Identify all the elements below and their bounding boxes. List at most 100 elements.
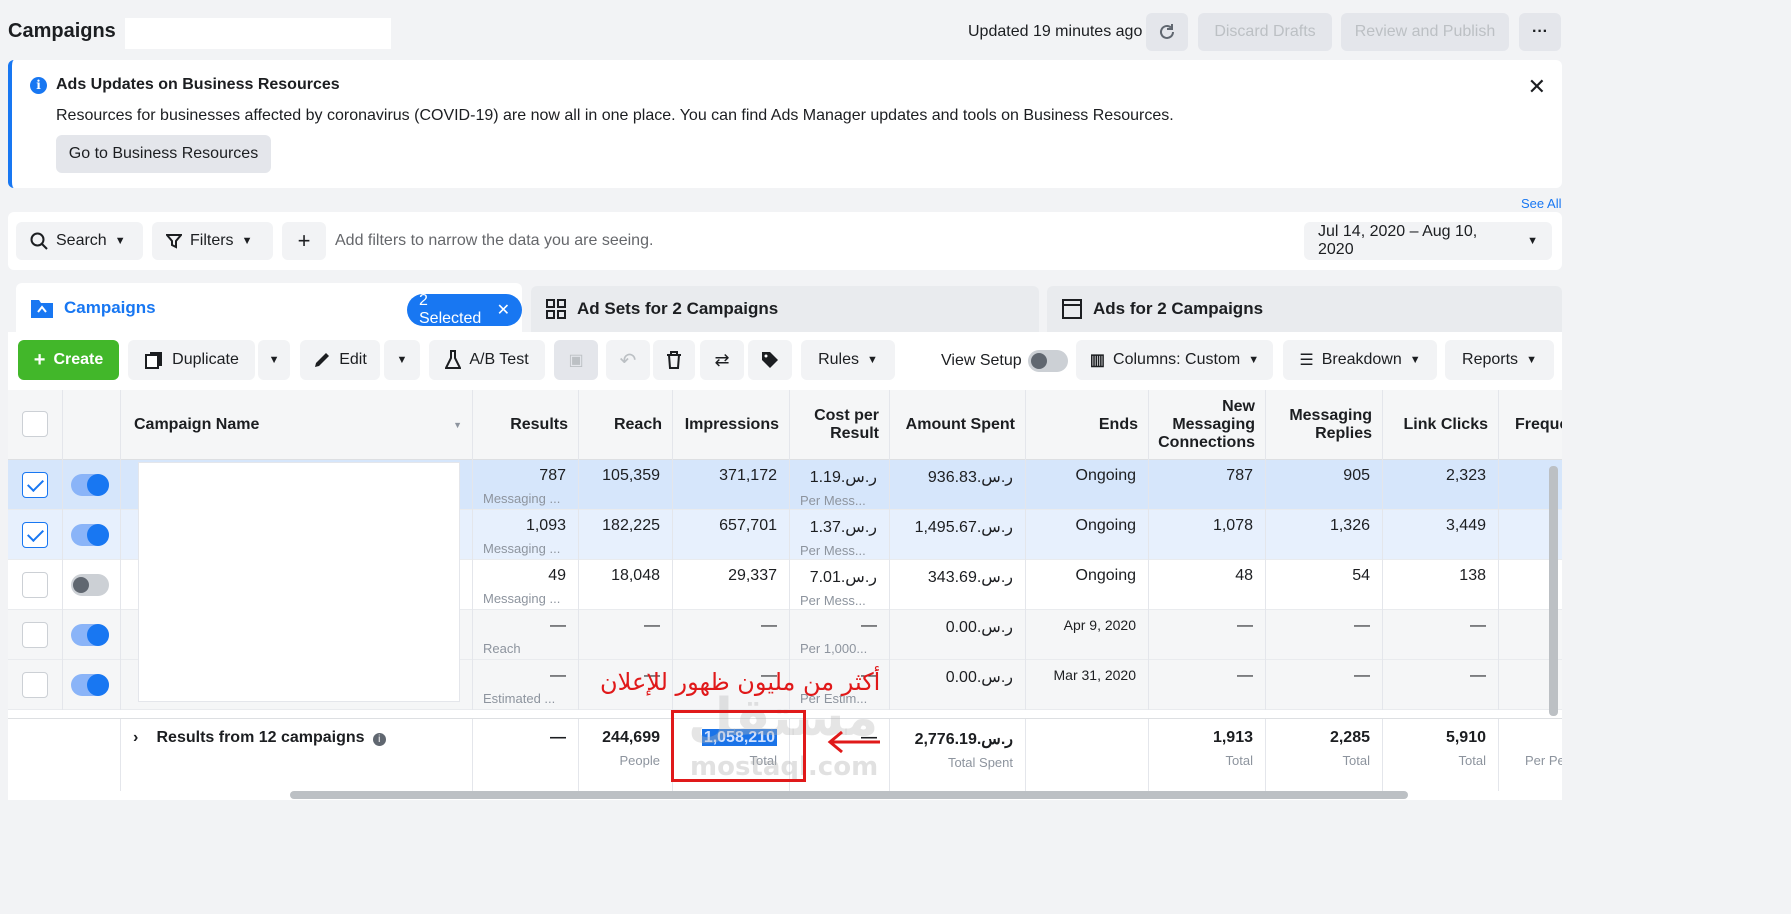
close-icon[interactable]: ✕ — [497, 300, 510, 320]
row-toggle-cell — [63, 660, 121, 710]
create-button[interactable]: + Create — [18, 340, 119, 380]
updated-status: Updated 19 minutes ago — [968, 23, 1143, 40]
ab-test-button[interactable]: A/B Test — [429, 340, 545, 380]
selected-count-label: 2 Selected — [419, 292, 482, 327]
select-all-checkbox[interactable] — [22, 411, 48, 437]
delete-button[interactable] — [653, 340, 695, 380]
flask-icon — [445, 350, 462, 369]
column-impressions[interactable]: Impressions — [673, 390, 790, 460]
undo-button[interactable]: ↶ — [606, 340, 650, 380]
filters-button[interactable]: Filters ▼ — [152, 222, 273, 260]
cell-ends: Ongoing — [1026, 510, 1149, 560]
refresh-button[interactable] — [1146, 13, 1188, 51]
column-results[interactable]: Results — [473, 390, 579, 460]
cell-subtext: Per 1,000... — [800, 641, 868, 656]
info-icon: i — [372, 733, 386, 746]
selected-count-pill[interactable]: 2 Selected ✕ — [407, 292, 522, 327]
row-checkbox[interactable] — [22, 622, 48, 648]
cell-value: 1,078 — [1212, 517, 1253, 534]
edit-dropdown[interactable]: ▼ — [384, 340, 420, 380]
column-messaging-replies[interactable]: Messaging Replies — [1266, 390, 1383, 460]
row-checkbox[interactable] — [22, 522, 48, 548]
filter-hint[interactable]: Add filters to narrow the data you are s… — [335, 232, 653, 250]
export-button[interactable]: ⇄ — [700, 340, 744, 380]
vertical-scrollbar[interactable] — [1549, 466, 1558, 716]
cell-value: 1,495.67.ر.س — [914, 519, 1013, 536]
column-amount-spent[interactable]: Amount Spent — [890, 390, 1026, 460]
totals-connections-value: 1,913 — [1212, 729, 1253, 746]
campaign-title-redacted — [125, 18, 391, 49]
close-icon[interactable]: ✕ — [1528, 74, 1546, 100]
tab-ad-sets[interactable]: Ad Sets for 2 Campaigns — [531, 286, 1039, 332]
campaign-status-toggle[interactable] — [71, 574, 109, 596]
cell-impressions: 657,701 — [673, 510, 790, 560]
rules-button[interactable]: Rules ▼ — [801, 340, 895, 380]
cell-reach: 182,225 — [579, 510, 673, 560]
date-range-picker[interactable]: Jul 14, 2020 – Aug 10, 2020 ▼ — [1304, 222, 1552, 260]
campaign-status-toggle[interactable] — [71, 624, 109, 646]
reports-label: Reports — [1462, 351, 1519, 368]
select-all-cell — [8, 390, 63, 460]
search-button[interactable]: Search ▼ — [16, 222, 143, 260]
cell-value: 0.00.ر.س — [945, 669, 1013, 686]
view-setup-toggle[interactable] — [1028, 350, 1068, 372]
discard-drafts-button[interactable]: Discard Drafts — [1198, 13, 1332, 51]
reports-button[interactable]: Reports ▼ — [1445, 340, 1554, 380]
chevron-right-icon[interactable]: › — [133, 719, 138, 747]
row-checkbox[interactable] — [22, 572, 48, 598]
row-select-cell — [8, 510, 63, 560]
cell-clicks: — — [1383, 610, 1499, 660]
chevron-down-icon: ▼ — [114, 235, 126, 247]
column-reach[interactable]: Reach — [579, 390, 673, 460]
more-options-button[interactable]: ··· — [1519, 13, 1561, 51]
level-tabs: Campaigns 2 Selected ✕ Ad Sets for 2 Cam… — [8, 280, 1562, 332]
cell-cost: 1.19.ر.س Per Mess... — [790, 460, 890, 510]
review-publish-button[interactable]: Review and Publish — [1341, 13, 1509, 51]
totals-label: Results from 12 campaigns — [156, 729, 365, 746]
edit-button[interactable]: Edit — [300, 340, 380, 380]
cell-reach: 105,359 — [579, 460, 673, 510]
cell-value: 7.01.ر.س — [809, 569, 877, 586]
duplicate-dropdown[interactable]: ▼ — [258, 340, 290, 380]
column-cost-per-result[interactable]: Cost per Result — [790, 390, 890, 460]
chevron-down-icon: ▼ — [241, 235, 253, 247]
add-filter-button[interactable]: + — [282, 222, 326, 260]
column-campaign-name[interactable]: Campaign Name ▼ — [121, 390, 473, 460]
cell-value: 105,359 — [602, 467, 660, 484]
top-bar: Campaigns Updated 19 minutes ago Discard… — [0, 0, 1568, 62]
cell-connections: 48 — [1149, 560, 1266, 610]
column-frequency[interactable]: Freque — [1499, 390, 1562, 460]
columns-button[interactable]: ▥ Columns: Custom ▼ — [1076, 340, 1273, 380]
row-select-cell — [8, 460, 63, 510]
archive-button[interactable]: ▣ — [554, 340, 598, 380]
campaign-status-toggle[interactable] — [71, 674, 109, 696]
cell-spent: 0.00.ر.س — [890, 610, 1026, 660]
cell-cost: 1.37.ر.س Per Mess... — [790, 510, 890, 560]
tab-ads[interactable]: Ads for 2 Campaigns — [1047, 286, 1562, 332]
cell-value: 54 — [1352, 567, 1370, 584]
cell-results: — Estimated ... — [473, 660, 579, 710]
see-all-link[interactable]: See All — [1521, 196, 1561, 211]
campaign-status-toggle[interactable] — [71, 474, 109, 496]
cell-value: Ongoing — [1075, 517, 1137, 534]
cell-subtext: Per Mess... — [800, 593, 866, 608]
breakdown-button[interactable]: ☰ Breakdown ▼ — [1283, 340, 1437, 380]
totals-frequency: Per Pe — [1499, 719, 1562, 791]
horizontal-scrollbar[interactable] — [290, 791, 1408, 799]
row-checkbox[interactable] — [22, 472, 48, 498]
duplicate-button[interactable]: Duplicate — [128, 340, 255, 380]
cell-value: 49 — [548, 567, 566, 584]
row-checkbox[interactable] — [22, 672, 48, 698]
totals-label-cell[interactable]: › Results from 12 campaigns i — [121, 719, 473, 791]
cell-value: — — [1470, 617, 1486, 634]
cell-subtext: Per Mess... — [800, 543, 866, 558]
row-select-cell — [8, 610, 63, 660]
cell-results: 1,093 Messaging ... — [473, 510, 579, 560]
business-resources-button[interactable]: Go to Business Resources — [56, 135, 271, 173]
column-link-clicks[interactable]: Link Clicks — [1383, 390, 1499, 460]
campaign-status-toggle[interactable] — [71, 524, 109, 546]
column-new-messaging-connections[interactable]: New Messaging Connections — [1149, 390, 1266, 460]
tag-button[interactable] — [748, 340, 792, 380]
column-ends[interactable]: Ends — [1026, 390, 1149, 460]
tab-campaigns[interactable]: Campaigns 2 Selected ✕ — [16, 283, 522, 332]
